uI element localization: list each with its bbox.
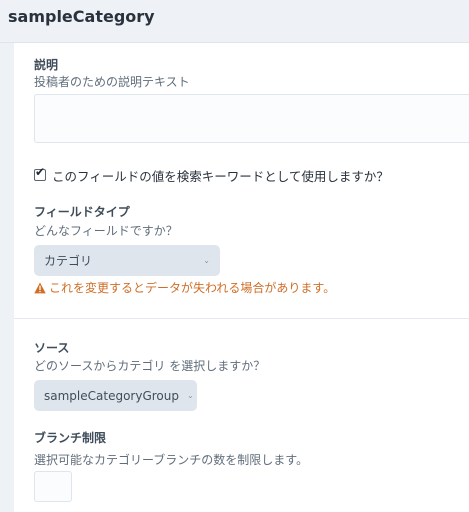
- source-label: ソース: [34, 341, 70, 355]
- section-divider: [14, 318, 469, 319]
- field-type-warning: これを変更するとデータが失われる場合があります。: [34, 279, 335, 296]
- header-bar: sampleCategory: [0, 0, 469, 43]
- description-textarea[interactable]: [34, 94, 469, 143]
- field-type-label: フィールドタイプ: [34, 205, 130, 219]
- field-type-instructions: どんなフィールドですか？: [34, 224, 178, 238]
- search-keywords-checkbox[interactable]: ✔: [34, 165, 46, 181]
- field-title: sampleCategory: [8, 7, 155, 26]
- chevron-down-icon: ⌄: [203, 256, 210, 265]
- branch-limit-label: ブランチ制限: [34, 431, 107, 445]
- description-label: 説明: [34, 58, 59, 72]
- search-keywords-label: このフィールドの値を検索キーワードとして使用しますか？: [52, 168, 389, 184]
- branch-limit-instructions: 選択可能なカテゴリーブランチの数を制限します。: [34, 453, 309, 467]
- source-select[interactable]: sampleCategoryGroup ⌄: [34, 380, 197, 411]
- checkmark-icon: ✔: [35, 165, 46, 179]
- search-keywords-option[interactable]: ✔ このフィールドの値を検索キーワードとして使用しますか？: [34, 165, 389, 184]
- chevron-down-icon: ⌄: [186, 391, 194, 400]
- field-settings-panel: 説明 投稿者のための説明テキスト ✔ このフィールドの値を検索キーワードとして使…: [14, 43, 469, 512]
- warning-triangle-icon: [34, 282, 46, 293]
- field-type-select[interactable]: カテゴリ ⌄: [34, 245, 220, 276]
- source-selected-value: sampleCategoryGroup: [44, 388, 179, 403]
- warning-text: これを変更するとデータが失われる場合があります。: [49, 281, 336, 295]
- source-instructions: どのソースからカテゴリ を選択しますか？: [34, 359, 266, 373]
- branch-limit-input[interactable]: [34, 471, 72, 502]
- field-type-selected-value: カテゴリ: [44, 254, 93, 268]
- description-instructions: 投稿者のための説明テキスト: [34, 75, 190, 89]
